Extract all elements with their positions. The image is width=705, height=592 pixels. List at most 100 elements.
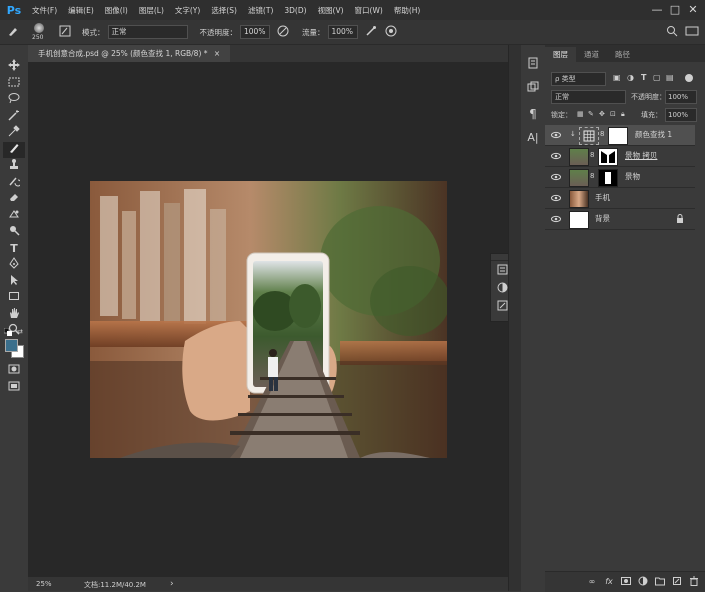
opacity-input[interactable]: 100% (240, 25, 270, 39)
vertical-scrollbar[interactable] (508, 45, 522, 591)
layer-name[interactable]: 颜色查找 1 (635, 125, 672, 145)
gradient-tool-icon[interactable] (3, 208, 25, 224)
brush-presets-panel-icon[interactable] (524, 81, 542, 99)
layer-row-background[interactable]: 背景 (545, 209, 695, 230)
pressure-size-icon[interactable] (384, 25, 398, 39)
delete-layer-icon[interactable] (688, 576, 700, 588)
eye-icon[interactable] (551, 172, 561, 182)
foreground-color-swatch[interactable] (5, 339, 18, 352)
mode-select[interactable]: 正常 (107, 25, 188, 39)
layer-name[interactable]: 景物 (625, 167, 640, 187)
layer-row-scene-copy[interactable]: 8 景物 拷贝 (545, 146, 695, 167)
lasso-tool-icon[interactable] (3, 92, 25, 108)
lock-position-icon[interactable]: ✥ (599, 110, 605, 118)
menu-layer[interactable]: 图层(L) (139, 5, 164, 16)
menu-image[interactable]: 图像(I) (105, 5, 128, 16)
menu-select[interactable]: 选择(S) (211, 5, 237, 16)
paragraph-panel-icon[interactable]: ¶ (524, 105, 542, 123)
new-layer-icon[interactable] (671, 576, 683, 588)
tab-paths[interactable]: 路径 (607, 47, 638, 62)
minimize-button[interactable]: — (650, 3, 664, 17)
filter-type-icon[interactable]: T (641, 73, 646, 82)
brush-preset-picker[interactable]: 250 (28, 22, 52, 42)
menu-edit[interactable]: 编辑(E) (68, 5, 94, 16)
filter-pixel-icon[interactable]: ▣ (613, 73, 621, 82)
rectangle-tool-icon[interactable] (3, 290, 25, 306)
link-icon[interactable]: 8 (600, 130, 604, 138)
character-panel-icon[interactable]: A| (524, 129, 542, 147)
lock-image-pixels-icon[interactable]: ✎ (588, 110, 594, 118)
new-adjustment-layer-icon[interactable] (637, 576, 649, 588)
lock-transparent-pixels-icon[interactable]: ▦ (577, 110, 584, 118)
menu-3d[interactable]: 3D(D) (284, 6, 306, 15)
screen-mode-icon[interactable] (3, 380, 25, 396)
layer-name[interactable]: 手机 (595, 188, 610, 208)
add-mask-icon[interactable] (620, 576, 632, 588)
layer-row-scene[interactable]: 8 景物 (545, 167, 695, 188)
swap-colors-icon[interactable]: ⇄ (17, 328, 25, 336)
layer-name[interactable]: 背景 (595, 209, 610, 229)
brush-panel-toggle-icon[interactable] (58, 25, 72, 39)
eyedropper-tool-icon[interactable] (3, 125, 25, 141)
marquee-tool-icon[interactable] (3, 76, 25, 92)
airbrush-icon[interactable] (364, 25, 378, 39)
maximize-button[interactable]: □ (668, 3, 682, 17)
zoom-level[interactable]: 25% (36, 580, 52, 588)
pressure-opacity-icon[interactable] (276, 25, 290, 39)
lock-artboard-icon[interactable]: ⊡ (610, 110, 616, 118)
path-selection-tool-icon[interactable] (3, 274, 25, 290)
document-canvas[interactable] (90, 181, 447, 458)
layer-row-color-lookup[interactable]: ↓ 8 颜色查找 1 (545, 125, 695, 146)
menu-window[interactable]: 窗口(W) (355, 5, 383, 16)
brush-tool-icon[interactable] (6, 25, 20, 39)
layer-filter-select[interactable]: ρ 类型 (551, 72, 606, 86)
filter-smart-object-icon[interactable]: ▤ (666, 73, 674, 82)
hand-tool-icon[interactable] (3, 307, 25, 323)
close-button[interactable]: ✕ (686, 3, 700, 17)
eraser-tool-icon[interactable] (3, 191, 25, 207)
filter-adjustment-icon[interactable]: ◑ (627, 73, 634, 82)
brush-tool-icon[interactable] (3, 141, 25, 158)
flow-input[interactable]: 100% (327, 25, 358, 39)
magic-wand-tool-icon[interactable] (3, 109, 25, 125)
filter-toggle-icon[interactable] (685, 74, 693, 82)
move-tool-icon[interactable] (3, 59, 25, 75)
stamp-tool-icon[interactable] (3, 158, 25, 174)
menu-file[interactable]: 文件(F) (32, 5, 57, 16)
menu-type[interactable]: 文字(Y) (175, 5, 200, 16)
layer-row-phone[interactable]: 手机 (545, 188, 695, 209)
eye-icon[interactable] (551, 214, 561, 224)
document-tab[interactable]: 手机创意合成.psd @ 25% (颜色查找 1, RGB/8) * × (28, 45, 231, 62)
link-icon[interactable]: 8 (590, 151, 594, 159)
layer-opacity-input[interactable]: 100% (665, 90, 697, 104)
eye-icon[interactable] (551, 193, 561, 203)
default-colors-icon[interactable] (3, 327, 12, 336)
fill-input[interactable]: 100% (665, 108, 697, 122)
link-icon[interactable]: 8 (590, 172, 594, 180)
quick-mask-icon[interactable] (3, 363, 25, 379)
history-brush-tool-icon[interactable] (3, 175, 25, 191)
tab-layers[interactable]: 图层 (545, 47, 576, 62)
tab-channels[interactable]: 通道 (576, 47, 607, 62)
search-icon[interactable] (665, 25, 679, 39)
type-tool-icon[interactable]: T (3, 241, 25, 257)
menu-help[interactable]: 帮助(H) (394, 5, 421, 16)
status-menu-arrow[interactable]: › (170, 579, 174, 589)
filter-shape-icon[interactable]: ▢ (653, 73, 661, 82)
link-layers-icon[interactable]: ∞ (586, 576, 598, 588)
eye-icon[interactable] (551, 151, 561, 161)
lock-all-icon[interactable]: 🔒︎ (621, 110, 625, 119)
layer-mask-thumbnail[interactable] (598, 148, 618, 166)
dodge-tool-icon[interactable] (3, 224, 25, 240)
layer-mask-thumbnail[interactable] (598, 169, 618, 187)
layer-style-icon[interactable]: fx (603, 576, 615, 588)
menu-filter[interactable]: 滤镜(T) (248, 5, 273, 16)
workspace-switcher-icon[interactable] (685, 25, 699, 39)
blend-mode-select[interactable]: 正常 (551, 90, 626, 104)
layer-name[interactable]: 景物 拷贝 (625, 146, 657, 166)
layer-mask-thumbnail[interactable] (608, 127, 628, 145)
menu-view[interactable]: 视图(V) (318, 5, 344, 16)
pen-tool-icon[interactable] (3, 257, 25, 273)
document-tab-close-button[interactable]: × (214, 49, 220, 58)
history-panel-icon[interactable] (524, 57, 542, 75)
